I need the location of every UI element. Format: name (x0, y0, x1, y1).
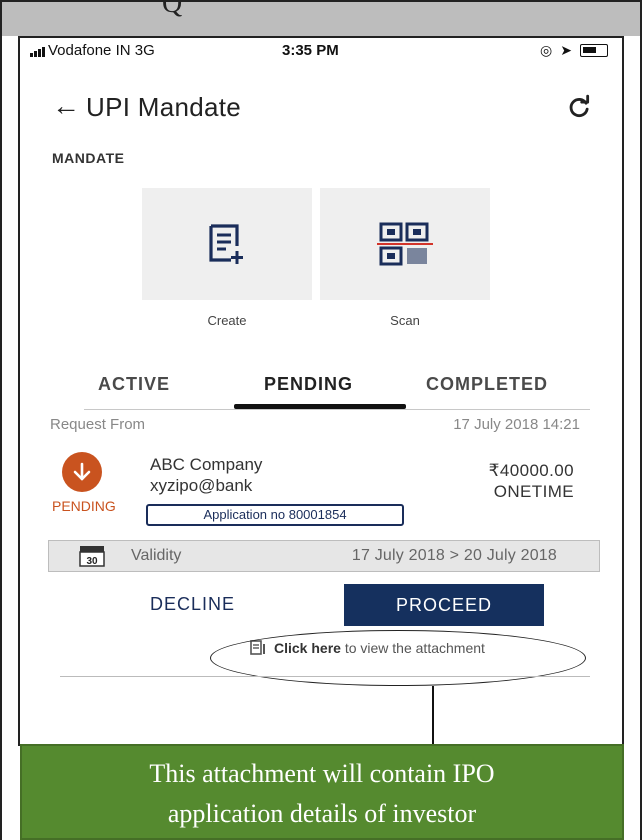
validity-range: 17 July 2018 > 20 July 2018 (351, 547, 557, 564)
request-row: Request From 17 July 2018 14:21 (50, 416, 580, 433)
battery-icon (580, 44, 608, 57)
status-icons: ◎ ➤ (540, 42, 608, 59)
page-title: UPI Mandate (86, 92, 242, 122)
mandate-tabs: ACTIVE PENDING COMPLETED (84, 374, 590, 410)
mandate-amount: ₹40000.00 (488, 461, 574, 480)
signal-icon (30, 47, 45, 57)
create-label: Create (207, 313, 247, 328)
status-badge: PENDING (52, 498, 116, 514)
highlight-ellipse (210, 630, 586, 686)
request-from-label: Request From (50, 416, 146, 433)
tab-pending[interactable]: PENDING (264, 374, 353, 395)
create-doc-icon (209, 224, 243, 264)
rotation-lock-icon: ◎ (540, 42, 553, 58)
tab-active[interactable]: ACTIVE (98, 374, 170, 395)
document-top-band: Q (0, 0, 642, 36)
calendar-day: 30 (86, 556, 98, 567)
annotation-arrow-line (432, 686, 434, 752)
mandate-frequency: ONETIME (493, 482, 574, 501)
scan-tile[interactable] (320, 188, 490, 300)
application-number: Application no 80001854 (146, 504, 404, 526)
scan-label: Scan (390, 313, 420, 328)
proceed-button[interactable]: PROCEED (344, 584, 544, 626)
amount-details: ₹40000.00 ONETIME (489, 460, 574, 502)
payee-details: ABC Company xyzipo@bank (150, 454, 262, 496)
request-date: 17 July 2018 14:21 (453, 416, 580, 433)
divider (60, 676, 590, 677)
location-icon: ➤ (560, 42, 572, 58)
clipped-heading-glyph: Q (162, 0, 183, 19)
clock: 3:35 PM (282, 42, 339, 59)
annotation-note: This attachment will contain IPO applica… (20, 744, 624, 840)
app-header: ← UPI Mandate (20, 90, 622, 130)
refresh-icon[interactable] (566, 94, 592, 120)
create-tile[interactable] (142, 188, 312, 300)
pending-status-icon (62, 452, 102, 492)
tab-selection-indicator (234, 404, 406, 409)
note-line-2: application details of investor (167, 799, 477, 828)
section-label: MANDATE (52, 150, 125, 166)
upi-id: xyzipo@bank (150, 476, 253, 495)
validity-bar: 30 Validity 17 July 2018 > 20 July 2018 (48, 540, 600, 572)
decline-button[interactable]: DECLINE (150, 594, 235, 615)
calendar-icon: 30 (79, 546, 105, 567)
validity-label: Validity (131, 547, 182, 564)
note-line-1: This attachment will contain IPO (149, 759, 495, 788)
qr-scan-icon (377, 222, 433, 266)
down-arrow-icon (73, 462, 91, 481)
carrier-label: Vodafone IN 3G (48, 42, 155, 59)
company-name: ABC Company (150, 455, 263, 474)
status-bar: Vodafone IN 3G 3:35 PM ◎ ➤ (20, 38, 622, 64)
phone-screenshot: Vodafone IN 3G 3:35 PM ◎ ➤ ← UPI Mandate… (18, 36, 624, 746)
tab-completed[interactable]: COMPLETED (426, 374, 548, 395)
back-arrow-icon[interactable]: ← (52, 90, 80, 122)
